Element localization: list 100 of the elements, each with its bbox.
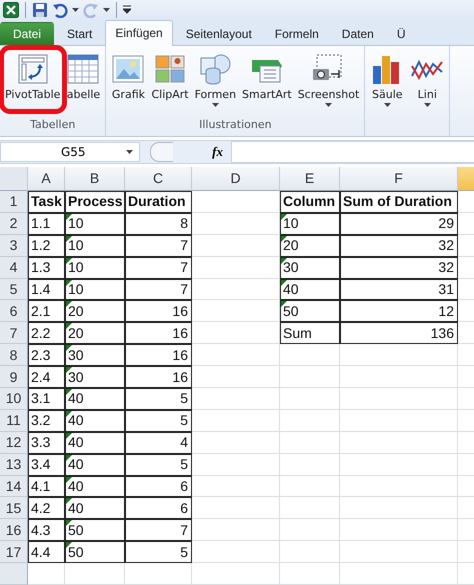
ribbon-button[interactable]: PivotTable [2, 48, 64, 116]
table-cell [280, 344, 340, 366]
row-header[interactable]: 3 [0, 234, 28, 257]
table-cell [280, 519, 340, 542]
table-cell: 40 [280, 278, 340, 300]
table-cell: Column [280, 190, 340, 213]
table-cell: 136 [340, 322, 458, 344]
table-cell [280, 476, 340, 498]
ribbon-button[interactable]: abelle [63, 48, 104, 116]
column-header[interactable]: A [28, 166, 65, 191]
table-cell: 7 [125, 234, 192, 257]
ribbon-button[interactable]: SmartArt [239, 48, 295, 116]
row-header[interactable]: 13 [0, 454, 28, 476]
table-cell: 40 [65, 454, 125, 476]
redo-menu-icon [103, 8, 110, 12]
table-cell: 7 [125, 519, 192, 542]
row-header[interactable]: 15 [0, 497, 28, 520]
table-cell: 20 [65, 322, 125, 344]
table-cell: 1.4 [28, 278, 65, 300]
ribbon-tab[interactable]: Ü [386, 22, 416, 45]
ribbon-button[interactable]: Grafik [108, 48, 148, 116]
table-cell: 1.3 [28, 256, 65, 279]
row-header[interactable]: 17 [0, 541, 28, 564]
ribbon-tab[interactable]: Formeln [264, 22, 329, 45]
ribbon-button[interactable]: Säule [367, 48, 408, 136]
row-header[interactable]: 11 [0, 410, 28, 432]
table-cell: 5 [125, 454, 192, 476]
table-cell: 40 [65, 410, 125, 432]
ribbon-button[interactable]: ClipArt [148, 48, 192, 116]
row-header[interactable]: 7 [0, 322, 28, 344]
table-cell [65, 563, 125, 585]
table-cell: 10 [65, 256, 125, 279]
table-cell: 31 [340, 278, 458, 300]
table-cell: 20 [280, 234, 340, 257]
table-cell: 40 [65, 476, 125, 498]
table-cell: 10 [65, 278, 125, 300]
ribbon-button[interactable]: Formen [192, 48, 240, 116]
table-cell: Sum [280, 322, 340, 344]
table-cell: 6 [125, 497, 192, 520]
table-cell: 16 [125, 300, 192, 322]
table-cell: 4.3 [28, 519, 65, 542]
row-header[interactable]: 14 [0, 476, 28, 498]
table-cell: 2.2 [28, 322, 65, 344]
table-cell: 3.3 [28, 432, 65, 454]
column-header[interactable]: B [65, 166, 125, 191]
row-header[interactable]: 8 [0, 344, 28, 366]
name-box[interactable]: G55 [0, 142, 140, 162]
row-header[interactable]: 12 [0, 432, 28, 454]
customize-menu-icon[interactable] [123, 5, 131, 14]
insert-function-button[interactable]: fx [173, 144, 231, 160]
table-cell: 20 [65, 300, 125, 322]
table-cell: 3.2 [28, 410, 65, 432]
ribbon-tab[interactable]: Start [57, 22, 102, 45]
table-cell: 3.4 [28, 454, 65, 476]
table-cell [280, 497, 340, 520]
row-header[interactable]: 9 [0, 366, 28, 388]
table-cell [280, 388, 340, 410]
table-cell: 29 [340, 212, 458, 235]
table-cell [280, 541, 340, 564]
select-all-corner[interactable] [0, 166, 28, 191]
ribbon-tab[interactable]: Daten [332, 22, 384, 45]
row-header[interactable]: 6 [0, 300, 28, 322]
save-icon[interactable] [32, 2, 48, 18]
undo-icon[interactable] [52, 2, 68, 18]
ribbon-button[interactable]: Screenshot [294, 48, 362, 116]
row-header[interactable]: 10 [0, 388, 28, 410]
column-header[interactable]: E [280, 166, 340, 191]
table-cell: 30 [65, 366, 125, 388]
ribbon-tab[interactable]: Seitenlayout [176, 22, 262, 45]
column-header[interactable]: F [340, 166, 458, 191]
row-header[interactable] [0, 563, 28, 585]
table-cell: 40 [65, 497, 125, 520]
table-cell: Sum of Duration [340, 190, 458, 213]
column-header[interactable]: D [192, 166, 280, 191]
row-header[interactable]: 4 [0, 256, 28, 279]
table-cell: 7 [125, 278, 192, 300]
table-cell: 30 [65, 344, 125, 366]
row-header[interactable]: 2 [0, 212, 28, 235]
spreadsheet-logo-icon[interactable] [3, 2, 19, 18]
table-cell: 7 [125, 256, 192, 279]
name-box-caret-icon [126, 150, 133, 154]
table-icon [66, 52, 100, 86]
column-header[interactable]: C [125, 166, 192, 191]
row-header[interactable]: 16 [0, 519, 28, 542]
ribbon-tab[interactable]: Einfügen [105, 20, 173, 46]
table-cell: 5 [125, 410, 192, 432]
table-cell [28, 563, 65, 585]
file-tab[interactable]: Datei [0, 22, 54, 45]
row-header[interactable]: 1 [0, 190, 28, 213]
table-cell: 10 [65, 234, 125, 257]
table-cell: 4.2 [28, 497, 65, 520]
formula-input[interactable] [231, 140, 474, 163]
formula-bar-handle[interactable] [150, 142, 173, 162]
table-cell: 32 [340, 234, 458, 257]
group-label: Tabellen [29, 116, 76, 133]
ribbon-button[interactable]: Lini [407, 48, 448, 136]
table-cell: 10 [280, 212, 340, 235]
table-cell: Task [28, 190, 65, 213]
row-header[interactable]: 5 [0, 278, 28, 300]
table-cell: 4.1 [28, 476, 65, 498]
